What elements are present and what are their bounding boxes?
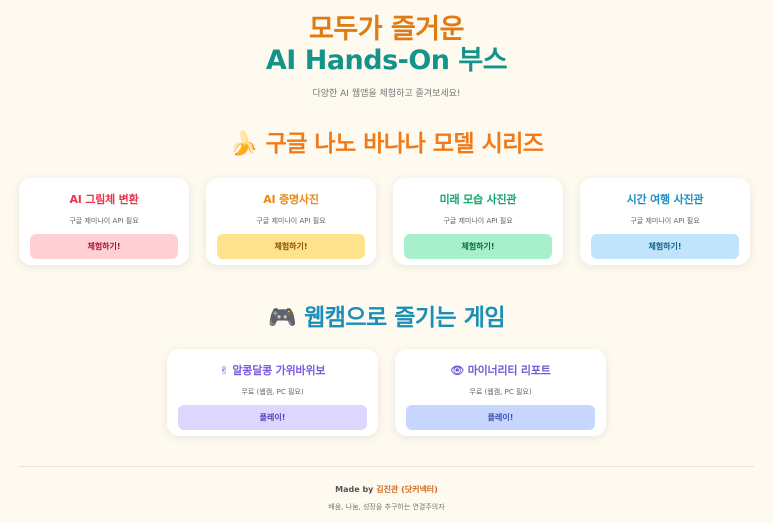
hero: 모두가 즐거운 AI Hands-On 부스 다양한 AI 웹앱을 체험하고 즐… xyxy=(0,0,773,99)
card-title-text: 알콩달콩 가위바위보 xyxy=(232,364,326,377)
play-button[interactable]: 플레이! xyxy=(178,405,367,430)
try-button[interactable]: 체험하기! xyxy=(217,234,365,259)
card-ai-art-style: AI 그림체 변환 구글 제미나이 API 필요 체험하기! xyxy=(19,178,189,265)
card-description: 무료 (웹캠, PC 필요) xyxy=(469,388,532,396)
section-title-webcam-games: 🎮 웹캠으로 즐기는 게임 xyxy=(0,298,773,332)
card-description: 구글 제미나이 API 필요 xyxy=(443,217,513,225)
author-link[interactable]: 김진관 (닷커넥터) xyxy=(376,485,438,494)
card-description: 구글 제미나이 API 필요 xyxy=(69,217,139,225)
section-title-text: 웹캠으로 즐기는 게임 xyxy=(304,305,506,331)
card-title: AI 증명사진 xyxy=(263,193,319,206)
card-title-text: 마이너리티 리포트 xyxy=(467,364,551,377)
play-button[interactable]: 플레이! xyxy=(406,405,595,430)
card-ai-id-photo: AI 증명사진 구글 제미나이 API 필요 체험하기! xyxy=(206,178,376,265)
nano-banana-card-grid: AI 그림체 변환 구글 제미나이 API 필요 체험하기! AI 증명사진 구… xyxy=(0,178,773,265)
card-title: ✌ 알콩달콩 가위바위보 xyxy=(178,362,367,378)
webcam-game-card-grid: ✌ 알콩달콩 가위바위보 무료 (웹캠, PC 필요) 플레이! 👁 마이너리티… xyxy=(0,349,773,436)
card-future-photo: 미래 모습 사진관 구글 제미나이 API 필요 체험하기! xyxy=(393,178,563,265)
try-button[interactable]: 체험하기! xyxy=(30,234,178,259)
section-title-nano-banana: 🍌 구글 나노 바나나 모델 시리즈 xyxy=(0,124,773,158)
page-subtitle: 다양한 AI 웹앱을 체험하고 즐겨보세요! xyxy=(312,89,461,99)
card-rock-paper-scissors: ✌ 알콩달콩 가위바위보 무료 (웹캠, PC 필요) 플레이! xyxy=(167,349,378,436)
card-title: 👁 마이너리티 리포트 xyxy=(406,362,595,378)
try-button[interactable]: 체험하기! xyxy=(591,234,739,259)
eye-icon: 👁 xyxy=(450,364,465,377)
card-time-travel-photo: 시간 여행 사진관 구글 제미나이 API 필요 체험하기! xyxy=(580,178,750,265)
made-by-prefix: Made by xyxy=(335,485,374,494)
page-title-line1: 모두가 즐거운 xyxy=(309,14,464,45)
made-by: Made by 김진관 (닷커넥터) xyxy=(19,484,754,495)
try-button[interactable]: 체험하기! xyxy=(404,234,552,259)
card-title: 미래 모습 사진관 xyxy=(439,193,517,206)
footer: Made by 김진관 (닷커넥터) 배움, 나눔, 성장을 추구하는 연결주의… xyxy=(19,466,754,512)
footer-tagline: 배움, 나눔, 성장을 추구하는 연결주의자 xyxy=(328,503,445,511)
page-title: 모두가 즐거운 AI Hands-On 부스 xyxy=(0,14,773,76)
card-title: AI 그림체 변환 xyxy=(69,193,139,206)
card-description: 구글 제미나이 API 필요 xyxy=(630,217,700,225)
card-minority-report: 👁 마이너리티 리포트 무료 (웹캠, PC 필요) 플레이! xyxy=(395,349,606,436)
card-description: 무료 (웹캠, PC 필요) xyxy=(241,388,304,396)
gamepad-icon: 🎮 xyxy=(267,305,297,331)
page-title-line2: AI Hands-On 부스 xyxy=(265,45,508,76)
victory-hand-icon: ✌ xyxy=(219,364,229,377)
section-title-text: 구글 나노 바나나 모델 시리즈 xyxy=(265,131,544,157)
banana-icon: 🍌 xyxy=(229,131,258,157)
card-description: 구글 제미나이 API 필요 xyxy=(256,217,326,225)
card-title: 시간 여행 사진관 xyxy=(626,193,704,206)
